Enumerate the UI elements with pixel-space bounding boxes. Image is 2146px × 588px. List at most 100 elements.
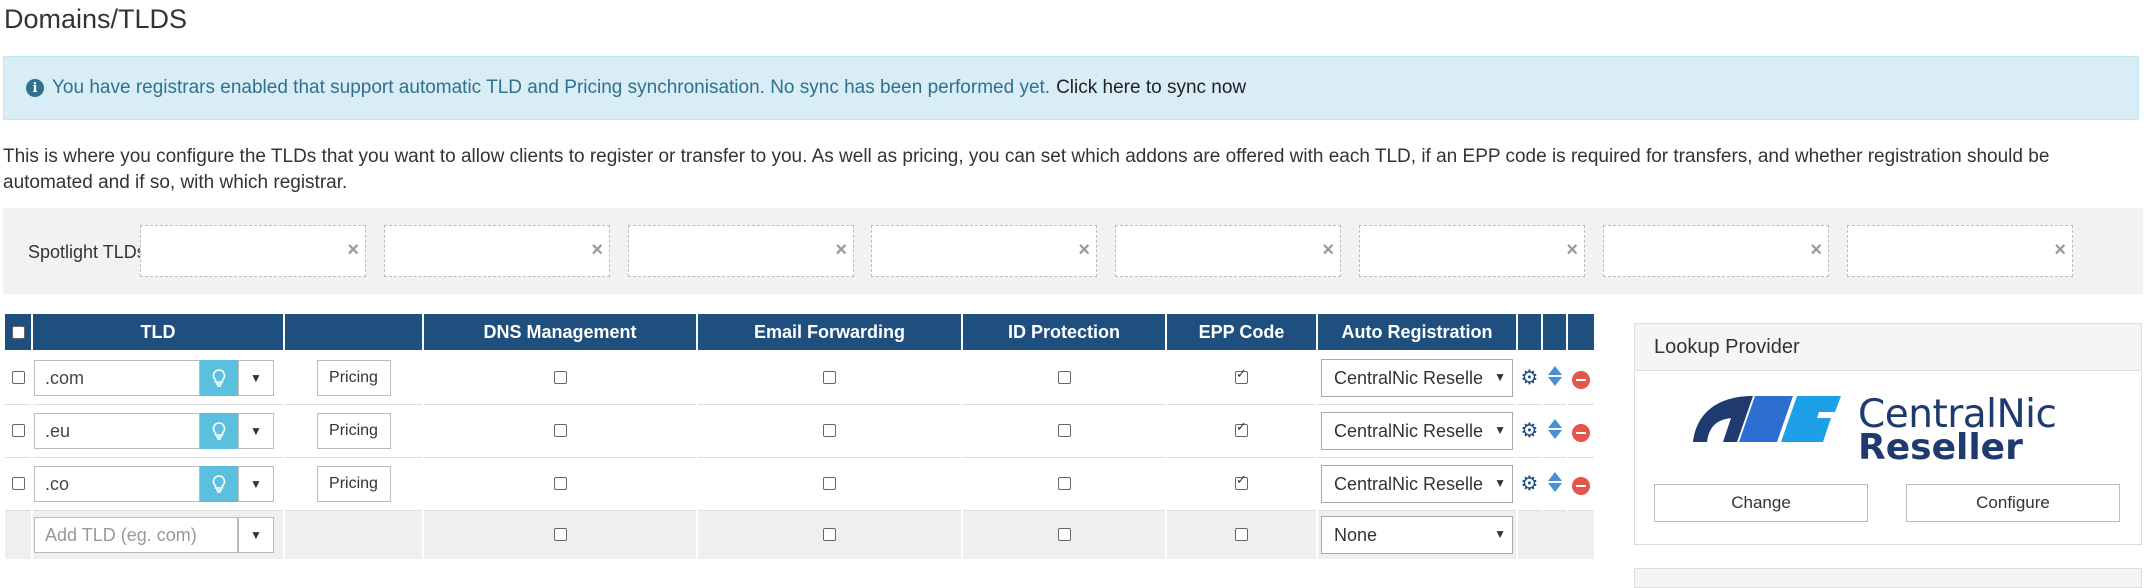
id-protection-checkbox[interactable] bbox=[1057, 424, 1071, 438]
dns-management-checkbox[interactable] bbox=[553, 371, 567, 385]
email-forwarding-header: Email Forwarding bbox=[698, 314, 961, 352]
lightbulb-icon[interactable] bbox=[200, 413, 238, 449]
spotlight-slot[interactable]: × bbox=[1359, 225, 1585, 277]
chevron-down-icon: ▼ bbox=[1494, 423, 1506, 437]
tld-table: TLD DNS Management Email Forwarding ID P… bbox=[3, 314, 1596, 559]
tld-input[interactable]: .co bbox=[34, 466, 200, 502]
chevron-down-icon: ▼ bbox=[1494, 476, 1506, 490]
spotlight-tlds-bar: Spotlight TLDs × × × × × × × × bbox=[3, 208, 2143, 294]
clear-slot-icon[interactable]: × bbox=[1810, 239, 1822, 262]
dns-management-header: DNS Management bbox=[424, 314, 696, 352]
change-provider-button[interactable]: Change bbox=[1654, 484, 1868, 522]
tld-header: TLD bbox=[33, 314, 283, 352]
alert-message: You have registrars enabled that support… bbox=[52, 77, 1051, 98]
sync-alert: i You have registrars enabled that suppo… bbox=[3, 56, 2139, 120]
chevron-down-icon[interactable]: ▼ bbox=[238, 517, 274, 553]
lookup-provider-panel: Lookup Provider CentralNic Reseller Chan… bbox=[1634, 323, 2142, 545]
sort-arrows-icon[interactable] bbox=[1547, 471, 1563, 493]
tld-input[interactable]: .com bbox=[34, 360, 200, 396]
tld-group: .co ▼ bbox=[34, 466, 274, 502]
add-registrar-select[interactable]: None ▼ bbox=[1321, 516, 1513, 554]
add-email-checkbox[interactable] bbox=[823, 528, 836, 542]
chevron-down-icon[interactable]: ▼ bbox=[238, 466, 274, 502]
spotlight-slot[interactable]: × bbox=[871, 225, 1097, 277]
add-row-spacer bbox=[5, 511, 31, 559]
lookup-provider-title: Lookup Provider bbox=[1635, 324, 2141, 371]
select-all-checkbox[interactable] bbox=[11, 326, 25, 340]
chevron-down-icon[interactable]: ▼ bbox=[238, 360, 274, 396]
add-tld-row: Add TLD (eg. com) ▼ None ▼ bbox=[5, 511, 1594, 559]
lightbulb-icon[interactable] bbox=[200, 360, 238, 396]
add-epp-checkbox[interactable] bbox=[1235, 528, 1248, 542]
registrar-select[interactable]: CentralNic Reseller ▼ bbox=[1321, 359, 1513, 397]
gear-icon[interactable]: ⚙ bbox=[1521, 420, 1539, 442]
row-select-checkbox[interactable] bbox=[11, 424, 25, 438]
tld-group: .com ▼ bbox=[34, 360, 274, 396]
epp-code-checkbox[interactable] bbox=[1235, 420, 1248, 438]
lightbulb-icon[interactable] bbox=[200, 466, 238, 502]
configure-provider-button[interactable]: Configure bbox=[1906, 484, 2120, 522]
gear-icon[interactable]: ⚙ bbox=[1521, 367, 1539, 389]
delete-icon[interactable] bbox=[1572, 423, 1590, 442]
spotlight-label-text: Spotlight TLDs bbox=[28, 242, 146, 262]
pricing-button[interactable]: Pricing bbox=[316, 466, 391, 502]
add-tld-group: Add TLD (eg. com) ▼ bbox=[34, 517, 274, 553]
sort-arrows-icon[interactable] bbox=[1547, 365, 1563, 387]
email-forwarding-checkbox[interactable] bbox=[823, 424, 836, 438]
clear-slot-icon[interactable]: × bbox=[2054, 239, 2066, 262]
spotlight-slot[interactable]: × bbox=[1603, 225, 1829, 277]
epp-code-checkbox[interactable] bbox=[1235, 367, 1248, 385]
pricing-button[interactable]: Pricing bbox=[316, 413, 391, 449]
id-protection-checkbox[interactable] bbox=[1057, 477, 1071, 491]
registrar-select[interactable]: CentralNic Reseller ▼ bbox=[1321, 465, 1513, 503]
clear-slot-icon[interactable]: × bbox=[1322, 239, 1334, 262]
lower-panel bbox=[1634, 568, 2142, 588]
add-id-protection-checkbox[interactable] bbox=[1057, 528, 1071, 542]
page-title: Domains/TLDS bbox=[4, 4, 188, 34]
pricing-button[interactable]: Pricing bbox=[316, 360, 391, 396]
tld-row: .eu ▼ Pricing CentralNic Reseller ▼ ⚙ bbox=[5, 405, 1594, 458]
brand-name-line2: Reseller bbox=[1858, 427, 2023, 468]
row-select-checkbox[interactable] bbox=[11, 371, 25, 385]
tld-row: .com ▼ Pricing CentralNic Reseller ▼ ⚙ bbox=[5, 352, 1594, 405]
delete-header bbox=[1568, 314, 1594, 352]
sort-arrows-icon[interactable] bbox=[1547, 418, 1563, 440]
registrar-value: CentralNic Reseller bbox=[1334, 367, 1484, 388]
registrar-value: CentralNic Reseller bbox=[1334, 420, 1484, 441]
pricing-header bbox=[285, 314, 422, 352]
email-forwarding-checkbox[interactable] bbox=[823, 371, 836, 385]
gear-icon[interactable]: ⚙ bbox=[1521, 473, 1539, 495]
select-all-header bbox=[5, 314, 31, 352]
spotlight-slot[interactable]: × bbox=[1115, 225, 1341, 277]
tld-input[interactable]: .eu bbox=[34, 413, 200, 449]
tld-group: .eu ▼ bbox=[34, 413, 274, 449]
id-protection-checkbox[interactable] bbox=[1057, 371, 1071, 385]
email-forwarding-checkbox[interactable] bbox=[823, 477, 836, 491]
spotlight-slot[interactable]: × bbox=[384, 225, 610, 277]
delete-icon[interactable] bbox=[1572, 476, 1590, 495]
clear-slot-icon[interactable]: × bbox=[835, 239, 847, 262]
sync-now-link[interactable]: Click here to sync now bbox=[1056, 77, 1246, 99]
clear-slot-icon[interactable]: × bbox=[591, 239, 603, 262]
add-dns-checkbox[interactable] bbox=[553, 528, 567, 542]
add-registrar-value: None bbox=[1334, 524, 1378, 545]
spotlight-slot[interactable]: × bbox=[140, 225, 366, 277]
dns-management-checkbox[interactable] bbox=[553, 477, 567, 491]
add-tld-input[interactable]: Add TLD (eg. com) bbox=[34, 517, 238, 553]
clear-slot-icon[interactable]: × bbox=[1566, 239, 1578, 262]
dns-management-checkbox[interactable] bbox=[553, 424, 567, 438]
registrar-value: CentralNic Reseller bbox=[1334, 473, 1484, 494]
row-select-checkbox[interactable] bbox=[11, 477, 25, 491]
auto-registration-header: Auto Registration bbox=[1318, 314, 1516, 352]
epp-code-header: EPP Code bbox=[1167, 314, 1316, 352]
registrar-select[interactable]: CentralNic Reseller ▼ bbox=[1321, 412, 1513, 450]
chevron-down-icon[interactable]: ▼ bbox=[238, 413, 274, 449]
clear-slot-icon[interactable]: × bbox=[347, 239, 359, 262]
spotlight-slot[interactable]: × bbox=[1847, 225, 2073, 277]
epp-code-checkbox[interactable] bbox=[1235, 473, 1248, 491]
spotlight-slot[interactable]: × bbox=[628, 225, 854, 277]
clear-slot-icon[interactable]: × bbox=[1078, 239, 1090, 262]
add-row-empty bbox=[1518, 511, 1594, 559]
add-row-pricing-cell bbox=[285, 511, 422, 559]
delete-icon[interactable] bbox=[1572, 370, 1590, 389]
